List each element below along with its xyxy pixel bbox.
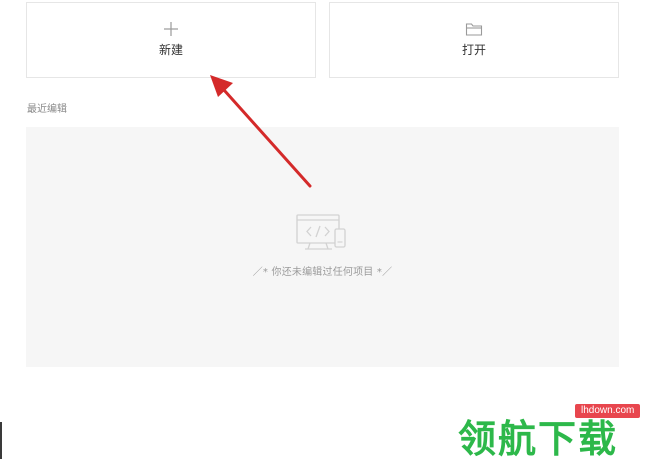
plus-icon xyxy=(164,22,178,36)
window-edge xyxy=(0,422,2,459)
open-project-button[interactable]: 打开 xyxy=(329,2,619,78)
folder-icon xyxy=(465,23,483,36)
new-project-button[interactable]: 新建 xyxy=(26,2,316,78)
recent-projects-panel: ／* 你还未编辑过任何项目 *／ xyxy=(26,127,619,367)
open-project-label: 打开 xyxy=(461,43,486,57)
recent-section-title: 最近编辑 xyxy=(27,104,67,115)
start-page: 新建 打开 最近编辑 ／* 你还未编辑过任何项目 *／ lhdown.com 领… xyxy=(0,0,646,459)
watermark-brand: 领航下载 xyxy=(458,417,619,459)
code-screen-illustration-icon xyxy=(296,214,346,250)
watermark-logo: lhdown.com 领航下载 xyxy=(456,400,646,459)
new-project-label: 新建 xyxy=(158,43,183,57)
empty-state-text: ／* 你还未编辑过任何项目 *／ xyxy=(252,267,393,278)
